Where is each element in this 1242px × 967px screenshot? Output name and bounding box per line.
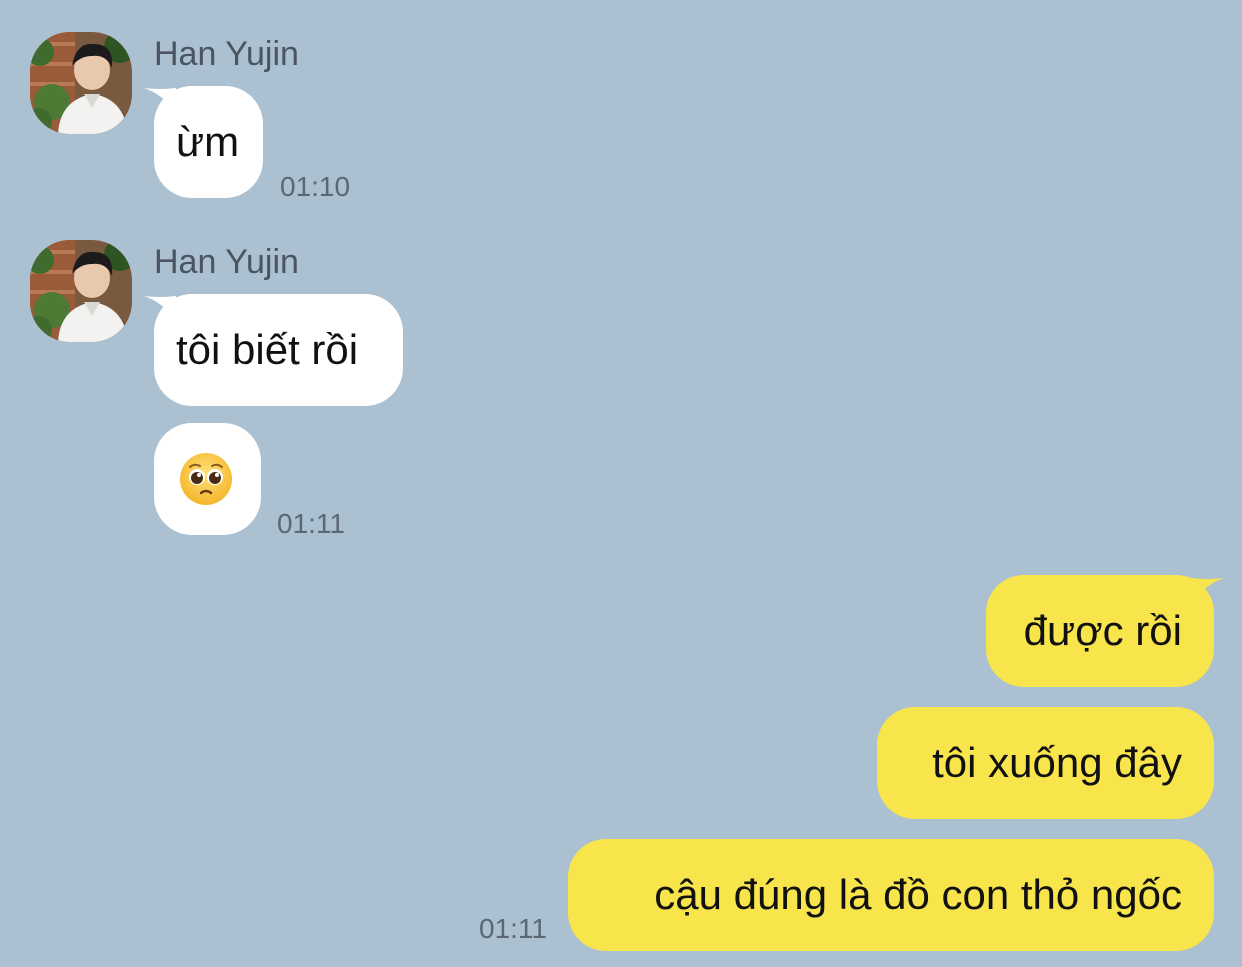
message-timestamp: 01:11 xyxy=(277,508,345,539)
message-text: được rồi xyxy=(1023,607,1182,654)
outgoing-message-bubble[interactable]: tôi xuống đây xyxy=(877,707,1214,819)
pleading-face-emoji-icon xyxy=(180,453,232,505)
message-text: ừm xyxy=(176,118,240,165)
outgoing-message-bubble[interactable]: cậu đúng là đồ con thỏ ngốc xyxy=(568,839,1214,951)
profile-photo-icon xyxy=(30,240,132,342)
message-text: cậu đúng là đồ con thỏ ngốc xyxy=(654,871,1182,918)
message-timestamp: 01:11 xyxy=(479,913,547,944)
sender-name: Han Yujin xyxy=(154,35,299,73)
incoming-message-bubble[interactable]: ừm xyxy=(154,86,263,198)
profile-photo-icon xyxy=(30,32,132,134)
sender-name: Han Yujin xyxy=(154,243,299,281)
incoming-message-bubble[interactable]: tôi biết rồi xyxy=(154,294,403,406)
sender-avatar[interactable] xyxy=(30,32,132,134)
message-text: tôi biết rồi xyxy=(176,326,359,373)
sender-avatar[interactable] xyxy=(30,240,132,342)
incoming-emoji-bubble[interactable] xyxy=(154,423,261,535)
message-text: tôi xuống đây xyxy=(932,739,1182,786)
message-timestamp: 01:10 xyxy=(280,171,351,202)
outgoing-message-bubble[interactable]: được rồi xyxy=(986,575,1214,687)
